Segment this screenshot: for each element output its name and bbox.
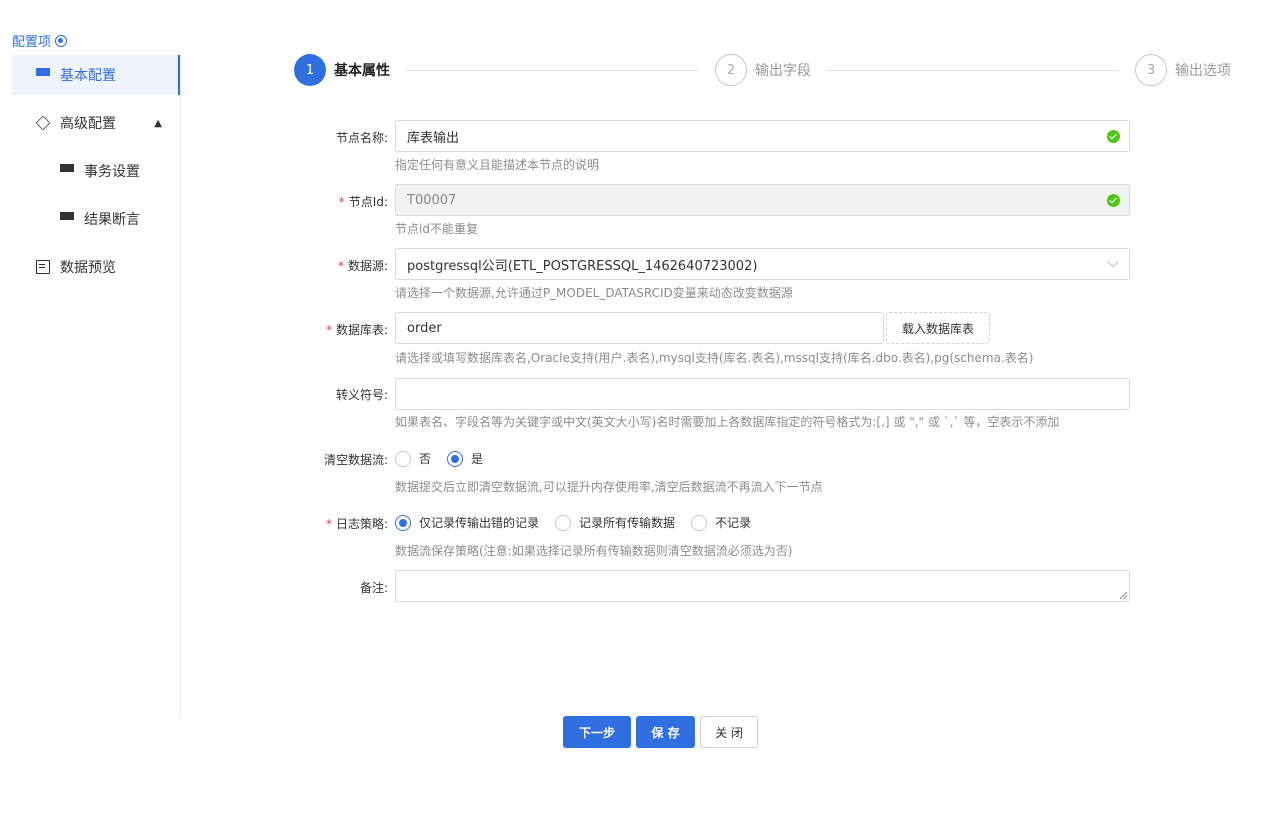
radio-circle[interactable] (691, 514, 708, 531)
label-text: 数据库表: (335, 323, 388, 337)
sidebar-item-transaction-settings[interactable]: 事务设置 (12, 151, 180, 191)
input-value: T00007 (407, 192, 457, 208)
datasource-select[interactable]: postgressql公司(ETL_POSTGRESSQL_1462640723… (395, 248, 1130, 280)
log-policy-radio-group: 仅记录传输出错的记录 记录所有传输数据 不记录 (395, 514, 767, 531)
chevron-up-icon[interactable]: ▲ (154, 118, 162, 129)
input-value: order (407, 320, 442, 336)
node-name-label: 节点名称: (336, 129, 388, 146)
cube-icon (35, 115, 51, 131)
grid-icon (60, 164, 74, 178)
label-text: 节点名称: (335, 131, 388, 145)
clear-stream-help: 数据提交后立即清空数据流,可以提升内存使用率,清空后数据流不再流入下一节点 (395, 480, 823, 494)
clear-stream-radio-group: 否 是 (395, 450, 499, 467)
step-label: 基本属性 (334, 63, 390, 79)
node-name-help: 指定任何有意义且能描述本节点的说明 (395, 158, 600, 172)
document-icon (36, 260, 50, 274)
log-policy-label: * 日志策略: (326, 515, 388, 532)
required-mark: * (337, 259, 344, 273)
required-mark: * (338, 195, 345, 209)
sidebar-item-label: 高级配置 (60, 116, 116, 132)
input-value: 库表输出 (407, 130, 460, 146)
label-text: 转义符号: (335, 388, 388, 402)
escape-label: 转义符号: (336, 386, 388, 403)
close-button[interactable]: 关 闭 (700, 716, 758, 748)
remark-label: 备注: (360, 579, 388, 596)
clear-stream-label: 清空数据流: (324, 451, 388, 468)
radio-circle[interactable] (395, 514, 411, 531)
step-basic-properties[interactable]: 1 基本属性 (294, 54, 390, 86)
sidebar-item-label: 基本配置 (60, 68, 116, 84)
grid-icon (36, 68, 50, 82)
label-text: 清空数据流: (323, 453, 388, 467)
button-label: 下一步 (578, 725, 615, 740)
radio-log-none[interactable]: 不记录 (691, 514, 751, 531)
step-number: 2 (715, 54, 747, 86)
datasource-label: * 数据源: (338, 257, 388, 274)
step-output-fields[interactable]: 2 输出字段 (715, 54, 811, 86)
sidebar-title: 配置项 (12, 31, 68, 50)
check-circle-icon (1107, 194, 1120, 207)
sidebar-item-label: 数据预览 (60, 260, 116, 276)
step-output-options[interactable]: 3 输出选项 (1135, 54, 1231, 86)
remark-textarea[interactable] (395, 570, 1130, 602)
step-number: 3 (1135, 54, 1167, 86)
table-input[interactable]: order (395, 312, 884, 344)
next-button[interactable]: 下一步 (563, 716, 631, 748)
radio-label: 仅记录传输出错的记录 (419, 516, 540, 530)
node-id-help: 节点id不能重复 (395, 222, 478, 236)
datasource-help: 请选择一个数据源,允许通过P_MODEL_DATASRCID变量来动态改变数据源 (395, 286, 793, 300)
button-label: 关 闭 (715, 725, 743, 740)
label-text: 数据源: (347, 259, 388, 273)
radio-label: 记录所有传输数据 (579, 516, 676, 530)
radio-circle[interactable] (447, 450, 464, 467)
sidebar-divider (180, 55, 181, 718)
sidebar-item-data-preview[interactable]: 数据预览 (12, 247, 180, 287)
resize-handle-icon[interactable] (1120, 592, 1127, 599)
sidebar-item-label: 结果断言 (84, 212, 140, 228)
radio-circle[interactable] (555, 514, 572, 531)
escape-help: 如果表名、字段名等为关键字或中文(英文大小写)名时需要加上各数据库指定的符号格式… (395, 415, 1060, 429)
radio-label: 不记录 (715, 516, 752, 530)
label-text: 日志策略: (335, 517, 388, 531)
grid-icon (60, 212, 74, 226)
load-table-button[interactable]: 载入数据库表 (886, 312, 990, 344)
button-label: 载入数据库表 (901, 321, 974, 336)
radio-log-all[interactable]: 记录所有传输数据 (555, 514, 675, 531)
sidebar-item-basic-config[interactable]: 基本配置 (12, 55, 181, 95)
radio-circle[interactable] (395, 450, 411, 467)
node-name-input[interactable]: 库表输出 (395, 120, 1130, 152)
button-label: 保 存 (651, 725, 680, 740)
required-mark: * (325, 517, 332, 531)
table-help: 请选择或填写数据库表名,Oracle支持(用户.表名),mysql支持(库名.表… (395, 351, 1034, 365)
label-text: 节点Id: (348, 195, 388, 209)
app-root: 配置项 基本配置 高级配置 ▲ 事务设置 结果断言 数据预览 1 基本属性 2 … (0, 0, 1283, 824)
sidebar-item-advanced-config[interactable]: 高级配置 ▲ (12, 103, 180, 143)
select-value: postgressql公司(ETL_POSTGRESSQL_1462640723… (407, 258, 758, 274)
target-icon (55, 34, 68, 47)
node-id-input[interactable]: T00007 (395, 184, 1130, 216)
sidebar-title-text: 配置项 (12, 35, 52, 50)
save-button[interactable]: 保 存 (636, 716, 695, 748)
step-label: 输出选项 (1175, 63, 1231, 79)
radio-log-errors[interactable]: 仅记录传输出错的记录 (395, 514, 539, 531)
escape-input[interactable] (395, 378, 1130, 410)
step-label: 输出字段 (755, 63, 811, 79)
table-label: * 数据库表: (326, 321, 388, 338)
node-id-label: * 节点Id: (339, 193, 388, 210)
sidebar-item-result-assertion[interactable]: 结果断言 (12, 199, 180, 239)
required-mark: * (325, 323, 332, 337)
chevron-down-icon (1107, 256, 1119, 268)
radio-label: 否 (419, 452, 432, 466)
radio-yes[interactable]: 是 (447, 450, 483, 467)
label-text: 备注: (359, 581, 388, 595)
radio-label: 是 (471, 452, 484, 466)
radio-no[interactable]: 否 (395, 450, 431, 467)
step-connector (827, 70, 1119, 71)
check-circle-icon (1107, 130, 1120, 143)
step-connector (406, 70, 698, 71)
log-policy-help: 数据流保存策略(注意:如果选择记录所有传输数据则清空数据流必须选为否) (395, 544, 793, 558)
sidebar-item-label: 事务设置 (84, 164, 140, 180)
step-number: 1 (294, 54, 326, 86)
